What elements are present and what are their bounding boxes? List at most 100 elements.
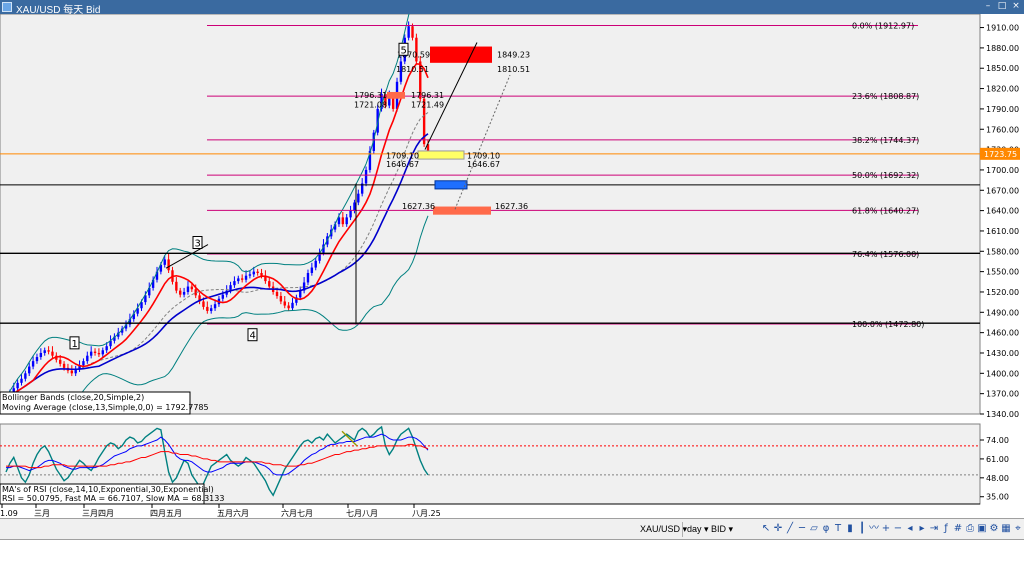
price-level-label: 1646.67 — [386, 160, 419, 169]
zoom-out-icon[interactable]: − — [892, 523, 904, 535]
candle-body — [349, 210, 352, 218]
x-tick-label: 四月五月 — [150, 509, 182, 518]
candle-body — [364, 169, 368, 184]
grid-icon[interactable]: # — [952, 523, 964, 535]
price-tick-label: 1460.00 — [986, 329, 1019, 338]
text-icon[interactable]: T — [832, 523, 844, 535]
price-tick-label: 1850.00 — [986, 64, 1019, 73]
blue-zone — [434, 180, 468, 190]
candle-body — [202, 301, 205, 307]
candle-body — [51, 351, 54, 356]
wave-label: 1 — [72, 339, 78, 350]
candle-body — [39, 352, 43, 358]
price-chart[interactable]: 1910.00 1880.00 1850.00 1820.00 1790.00 1760.… — [0, 14, 1024, 518]
scroll-left-icon[interactable]: ◂ — [904, 523, 916, 535]
scroll-right-icon[interactable]: ▸ — [916, 523, 928, 535]
candle-body — [182, 291, 186, 295]
close-button[interactable]: × — [1010, 1, 1022, 12]
fib-level-label: 61.8% (1640.27) — [852, 206, 919, 215]
candles-icon[interactable]: ▮ — [844, 523, 856, 535]
candle-body — [206, 306, 209, 311]
price-level-label: 1646.67 — [467, 160, 500, 169]
line-chart-icon[interactable]: 〰 — [868, 523, 880, 535]
candle-body — [47, 350, 50, 352]
price-tick-label: 1910.00 — [986, 24, 1019, 33]
candle-body — [306, 272, 310, 283]
candle-body — [43, 350, 46, 353]
candle-body — [353, 202, 356, 211]
minimize-button[interactable]: – — [982, 1, 994, 12]
candle-body — [314, 260, 317, 268]
price-level-label: 1721.49 — [411, 101, 444, 110]
fibonacci-icon[interactable]: φ — [820, 523, 832, 535]
candle-body — [357, 193, 360, 203]
toolbar-separator — [682, 522, 683, 537]
fib-level-label: 100.0% (1472.80) — [852, 320, 924, 329]
candle-body — [233, 281, 236, 286]
x-tick-label: 五月六月 — [217, 508, 249, 518]
fib-level-label: 23.6% (1808.87) — [852, 92, 919, 101]
candle-body — [101, 350, 104, 355]
candle-body — [190, 286, 194, 290]
resistance-zone — [430, 46, 492, 63]
channel-icon[interactable]: ▱ — [808, 523, 820, 535]
app-icon — [2, 2, 12, 12]
fib-level-label: 0.0% (1912.97) — [852, 22, 914, 31]
candle-body — [244, 275, 248, 280]
candle-body — [31, 361, 35, 367]
candle-body — [35, 357, 39, 362]
candle-body — [163, 259, 166, 265]
crosshair-icon[interactable]: ✛ — [772, 523, 784, 535]
candle-body — [260, 272, 263, 276]
rsi-tick-label: 74.00 — [986, 436, 1009, 445]
current-price-label: 1723.75 — [984, 150, 1017, 159]
legend-entry: Moving Average (close,13,Simple,0,0) = 1… — [2, 403, 209, 412]
bars-icon[interactable]: ┃ — [856, 523, 868, 535]
candle-body — [97, 352, 101, 355]
horizontal-line-icon[interactable]: ─ — [796, 523, 808, 535]
price-tick-label: 1430.00 — [986, 349, 1019, 358]
crosshair-mode-icon[interactable]: ⌖ — [1012, 523, 1024, 535]
rsi-tick-label: 48.00 — [986, 474, 1009, 483]
candle-body — [89, 351, 93, 356]
price-level-label: 1796.31 — [411, 91, 444, 100]
candle-body — [93, 351, 97, 353]
candle-body — [62, 363, 66, 368]
candle-body — [179, 290, 182, 295]
price-tick-label: 1520.00 — [986, 288, 1019, 297]
candle-body — [248, 274, 252, 276]
candle-body — [268, 281, 271, 287]
candle-body — [345, 217, 348, 225]
x-tick-label: 三月 — [34, 509, 50, 518]
price-level-label: 1627.36 — [402, 202, 435, 211]
rsi-values: RSI = 50.0795, Fast MA = 66.7107, Slow M… — [2, 494, 224, 503]
arrow-icon[interactable]: ↖ — [760, 523, 772, 535]
chart-toolbar: XAU/USD ▾ day ▾ BID ▾ ↖ ✛ ╱ ─ ▱ φ T ▮ ┃ 〰 + − ◂ ▸ ⇥ ƒ # ⎙… — [0, 518, 1024, 540]
price-level-label: 1796.31 — [354, 91, 387, 100]
settings-icon[interactable]: ⚙ — [988, 523, 1000, 535]
price-tick-label: 1760.00 — [986, 125, 1019, 134]
candle-body — [237, 278, 240, 282]
indicators-icon[interactable]: ƒ — [940, 523, 952, 535]
candle-body — [287, 305, 290, 309]
fib-level-label: 76.4% (1576.00) — [852, 250, 919, 259]
fib-level-label: 50.0% (1692.32) — [852, 171, 919, 180]
price-tick-label: 1700.00 — [986, 166, 1019, 175]
layout-icon[interactable]: ▦ — [1000, 523, 1012, 535]
autoscroll-icon[interactable]: ⇥ — [928, 523, 940, 535]
price-tick-label: 1790.00 — [986, 105, 1019, 114]
print-icon[interactable]: ⎙ — [964, 523, 976, 535]
price-tick-label: 1550.00 — [986, 268, 1019, 277]
price-tick-label: 1400.00 — [986, 369, 1019, 378]
save-icon[interactable]: ▣ — [976, 523, 988, 535]
maximize-button[interactable]: □ — [996, 1, 1008, 12]
price-level-label: 1721.08 — [354, 101, 387, 110]
side-select[interactable]: BID ▾ — [708, 522, 736, 536]
line-icon[interactable]: ╱ — [784, 523, 796, 535]
price-level-label: 1810.51 — [497, 65, 530, 74]
price-level-label: 1627.36 — [495, 202, 528, 211]
wave-label: 5 — [401, 45, 407, 56]
price-tick-label: 1370.00 — [986, 390, 1019, 399]
zoom-in-icon[interactable]: + — [880, 523, 892, 535]
price-tick-label: 1580.00 — [986, 247, 1019, 256]
